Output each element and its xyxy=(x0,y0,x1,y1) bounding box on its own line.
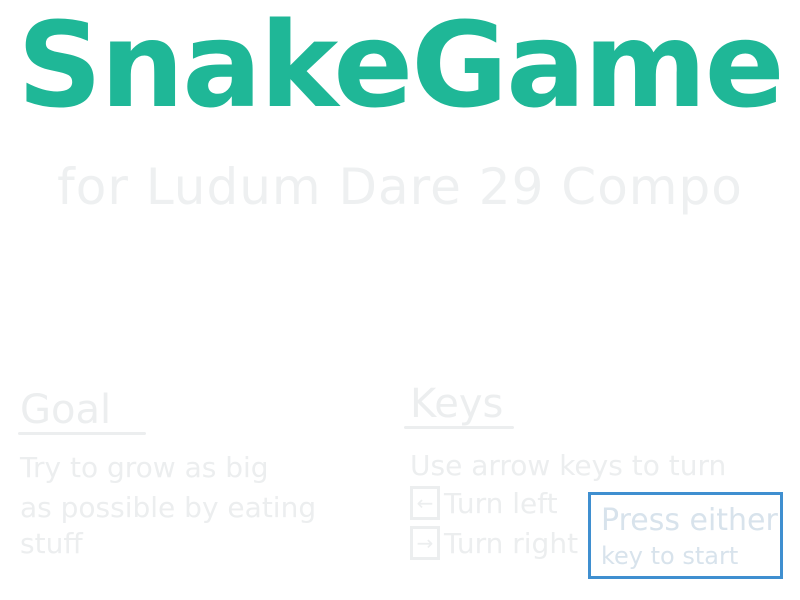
start-prompt-line-2: key to start xyxy=(601,542,739,570)
keys-heading: Keys xyxy=(410,381,504,427)
title-screen: SnakeGame for Ludum Dare 29 Compo Goal T… xyxy=(0,0,800,600)
goal-line-3: stuff xyxy=(20,527,83,560)
keys-instruction: Use arrow keys to turn xyxy=(410,449,727,482)
start-prompt-line-1: Press either xyxy=(601,503,778,538)
turn-left-row: ← Turn left xyxy=(410,486,558,520)
turn-right-row: → Turn right xyxy=(410,526,578,560)
turn-left-label: Turn left xyxy=(444,486,558,520)
goal-line-2: as possible by eating xyxy=(20,491,317,524)
start-prompt-box[interactable]: Press either key to start xyxy=(588,492,783,579)
goal-heading: Goal xyxy=(20,387,112,433)
game-subtitle: for Ludum Dare 29 Compo xyxy=(57,158,743,216)
goal-line-1: Try to grow as big xyxy=(20,451,269,484)
goal-heading-underline xyxy=(18,432,146,435)
left-arrow-key-icon: ← xyxy=(410,486,440,520)
keys-heading-underline xyxy=(404,426,514,429)
right-arrow-key-icon: → xyxy=(410,526,440,560)
turn-right-label: Turn right xyxy=(444,526,579,560)
game-title: SnakeGame xyxy=(17,0,784,134)
